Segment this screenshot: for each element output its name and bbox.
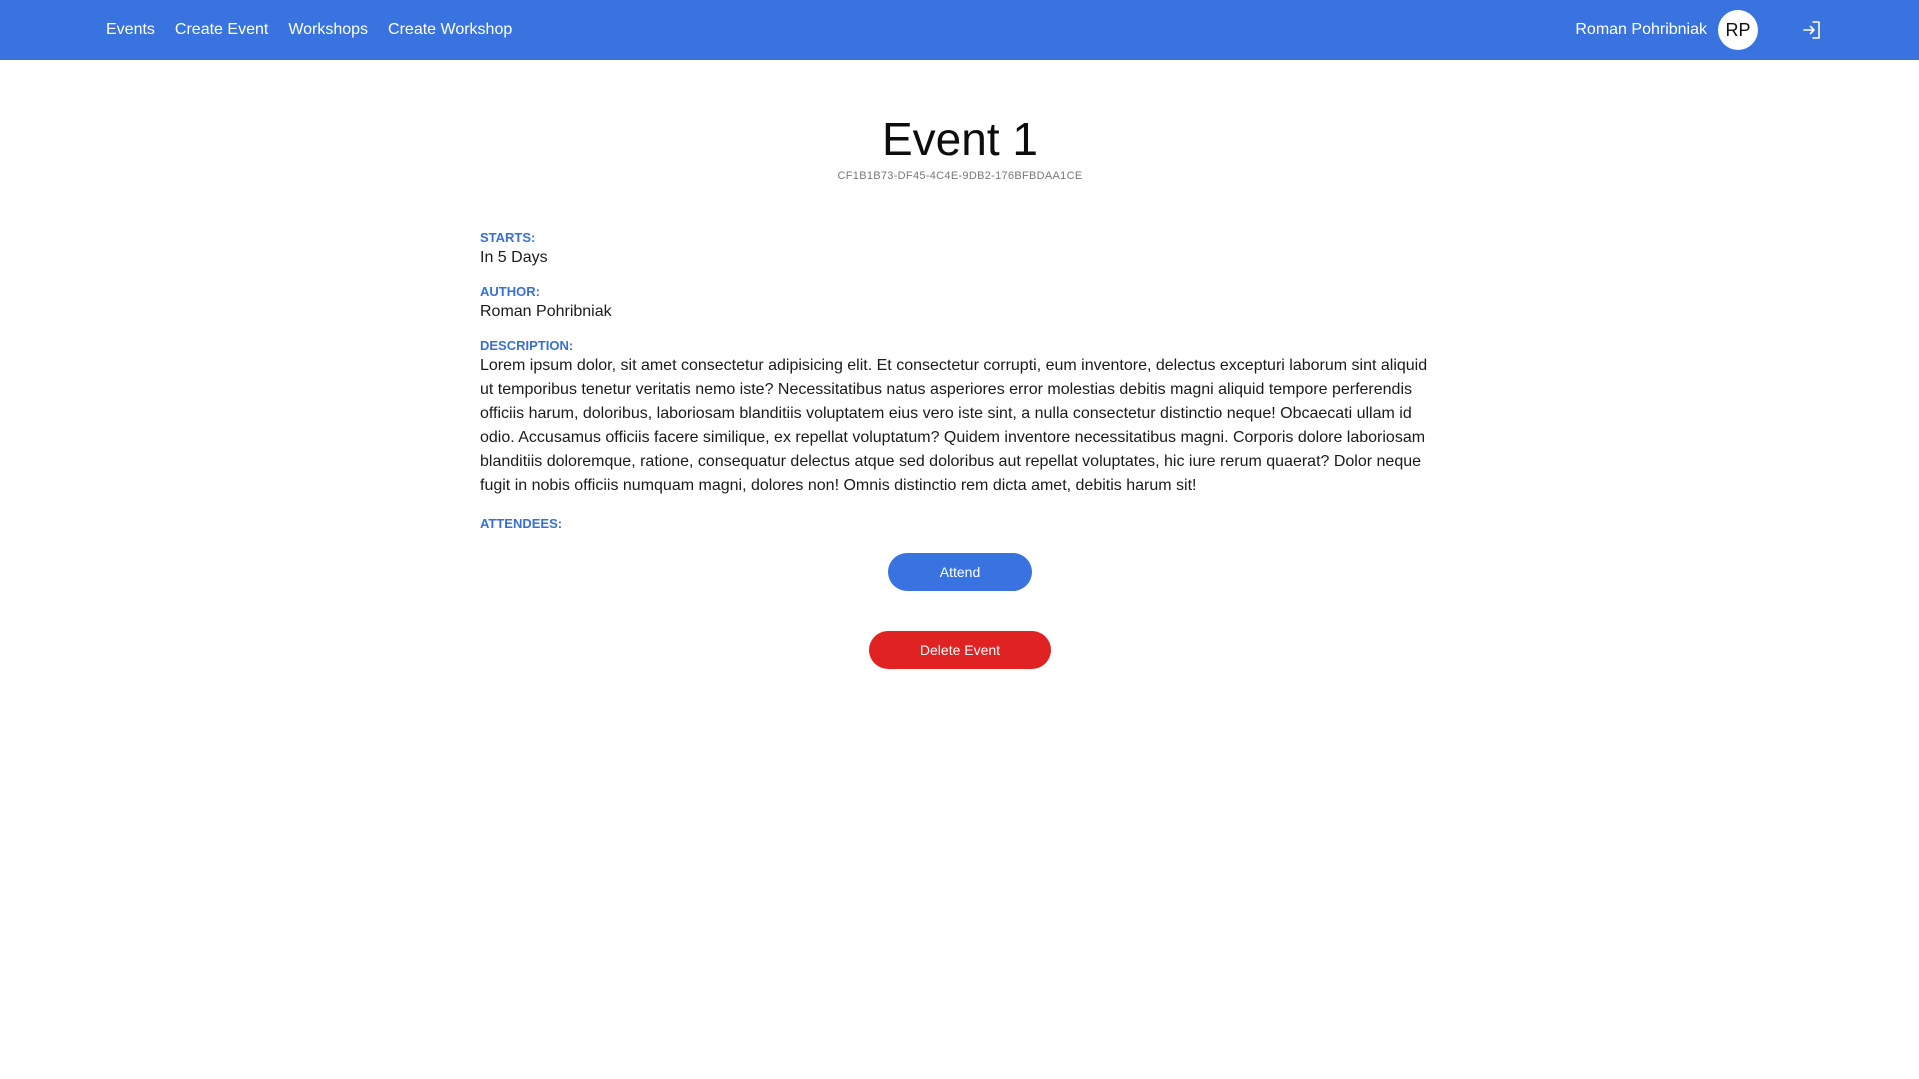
nav-link-create-event[interactable]: Create Event bbox=[175, 21, 268, 39]
nav-link-workshops[interactable]: Workshops bbox=[288, 21, 368, 39]
delete-event-button[interactable]: Delete Event bbox=[869, 631, 1051, 669]
nav-user-area: Roman Pohribniak RP bbox=[1575, 0, 1823, 60]
author-field: AUTHOR: Roman Pohribniak bbox=[480, 284, 1440, 324]
page-title: Event 1 bbox=[882, 113, 1038, 165]
nav-link-events[interactable]: Events bbox=[106, 21, 155, 39]
event-detail: Event 1 CF1B1B73-DF45-4C4E-9DB2-176BFBDA… bbox=[480, 60, 1440, 669]
attendees-label: ATTENDEES: bbox=[480, 516, 563, 531]
event-id: CF1B1B73-DF45-4C4E-9DB2-176BFBDAA1CE bbox=[837, 170, 1083, 182]
description-label: DESCRIPTION: bbox=[480, 338, 574, 353]
description-value: Lorem ipsum dolor, sit amet consectetur … bbox=[480, 357, 1428, 494]
nav-links: Events Create Event Workshops Create Wor… bbox=[106, 0, 532, 60]
attend-button[interactable]: Attend bbox=[888, 553, 1032, 591]
author-value: Roman Pohribniak bbox=[480, 303, 612, 320]
avatar[interactable]: RP bbox=[1718, 10, 1758, 50]
description-field: DESCRIPTION: Lorem ipsum dolor, sit amet… bbox=[480, 338, 1440, 498]
attendees-field: ATTENDEES: bbox=[480, 516, 1440, 532]
nav-link-create-workshop[interactable]: Create Workshop bbox=[388, 21, 512, 39]
top-navbar: Events Create Event Workshops Create Wor… bbox=[0, 0, 1919, 60]
starts-field: STARTS: In 5 Days bbox=[480, 230, 1440, 270]
starts-label: STARTS: bbox=[480, 230, 536, 245]
logout-icon[interactable] bbox=[1801, 19, 1823, 41]
starts-value: In 5 Days bbox=[480, 249, 548, 266]
author-label: AUTHOR: bbox=[480, 284, 540, 299]
user-name[interactable]: Roman Pohribniak bbox=[1575, 21, 1707, 39]
